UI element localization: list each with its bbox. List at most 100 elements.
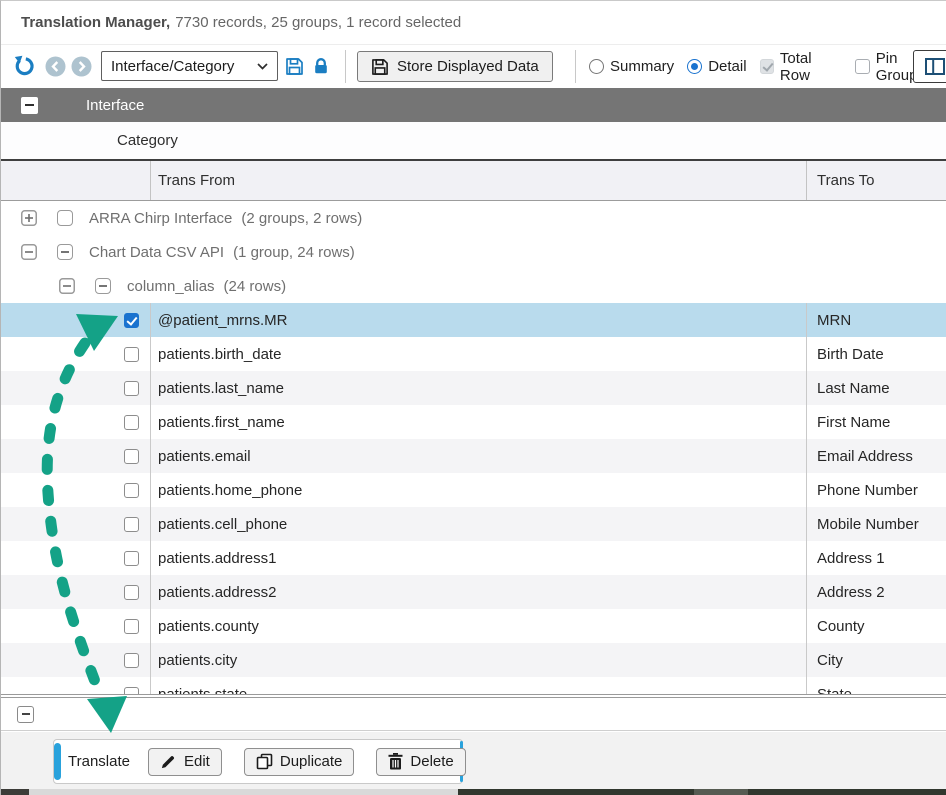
back-button[interactable] <box>45 56 66 77</box>
row-checkbox[interactable] <box>124 551 139 566</box>
row-checkbox-checked[interactable] <box>124 313 139 328</box>
duplicate-button[interactable]: Duplicate <box>244 748 355 776</box>
chevron-right-circle-icon <box>71 56 92 77</box>
group-row-chart-data-csv-api[interactable]: Chart Data CSV API (1 group, 24 rows) <box>1 235 946 269</box>
row-checkbox[interactable] <box>124 653 139 668</box>
undo-button[interactable] <box>14 55 36 77</box>
translate-action-panel: Translate Edit Duplicate <box>53 739 463 784</box>
edit-button[interactable]: Edit <box>148 748 222 776</box>
table-row[interactable]: patients.county County <box>1 609 946 643</box>
column-header-row: Trans From Trans To <box>1 161 946 201</box>
category-group-header: Category <box>1 122 946 161</box>
group-checkbox-indeterminate[interactable] <box>57 244 73 260</box>
trans-to-column-header[interactable]: Trans To <box>807 161 946 200</box>
checkbox-disabled-checked-icon <box>760 59 774 74</box>
checkbox-column-header <box>1 161 151 200</box>
trans-from-column-header[interactable]: Trans From <box>151 161 807 200</box>
trans-from-cell: patients.cell_phone <box>151 507 807 541</box>
table-row[interactable]: patients.last_name Last Name <box>1 371 946 405</box>
forward-button[interactable] <box>71 56 92 77</box>
group-label: column_alias <box>127 278 215 295</box>
group-label: Chart Data CSV API <box>89 244 224 261</box>
table-row[interactable]: patients.home_phone Phone Number <box>1 473 946 507</box>
table-row[interactable]: patients.state State <box>1 677 946 695</box>
checkbox-unchecked-icon[interactable] <box>855 59 869 74</box>
summary-radio-label: Summary <box>610 58 674 75</box>
desktop-strip <box>1 789 946 795</box>
group-checkbox[interactable] <box>57 210 73 226</box>
row-checkbox[interactable] <box>124 517 139 532</box>
trans-from-cell: patients.address2 <box>151 575 807 609</box>
trans-to-cell: State <box>807 677 946 695</box>
category-header-label: Category <box>117 132 178 149</box>
interface-group-header: Interface <box>1 88 946 122</box>
trans-from-cell: patients.first_name <box>151 405 807 439</box>
panel-accent-bar <box>54 743 61 780</box>
table-row[interactable]: patients.cell_phone Mobile Number <box>1 507 946 541</box>
trans-from-cell: patients.last_name <box>151 371 807 405</box>
store-button-label: Store Displayed Data <box>397 58 539 75</box>
detail-radio-option[interactable]: Detail <box>687 58 746 75</box>
store-displayed-data-button[interactable]: Store Displayed Data <box>357 51 553 82</box>
row-checkbox[interactable] <box>124 619 139 634</box>
collapse-minus-icon[interactable] <box>21 244 37 260</box>
view-mode-dropdown[interactable]: Interface/Category <box>101 51 278 81</box>
table-row[interactable]: patients.address2 Address 2 <box>1 575 946 609</box>
table-row[interactable]: patients.birth_date Birth Date <box>1 337 946 371</box>
columns-icon <box>925 58 945 75</box>
row-checkbox[interactable] <box>124 585 139 600</box>
records-grid: ARRA Chirp Interface (2 groups, 2 rows) … <box>1 201 946 695</box>
toolbar-separator <box>345 50 346 83</box>
trans-from-cell: patients.home_phone <box>151 473 807 507</box>
column-layout-button[interactable] <box>913 50 946 83</box>
total-row-checkbox-option[interactable]: Total Row <box>760 50 843 84</box>
table-row[interactable]: patients.city City <box>1 643 946 677</box>
collapse-minus-icon[interactable] <box>59 278 75 294</box>
trash-icon <box>388 753 403 770</box>
trans-to-cell: MRN <box>807 303 946 337</box>
toolbar-separator <box>575 50 576 83</box>
trans-to-cell: County <box>807 609 946 643</box>
row-checkbox[interactable] <box>124 415 139 430</box>
chevron-left-circle-icon <box>45 56 66 77</box>
row-checkbox[interactable] <box>124 381 139 396</box>
row-checkbox[interactable] <box>124 347 139 362</box>
row-checkbox[interactable] <box>124 483 139 498</box>
trans-from-cell: patients.city <box>151 643 807 677</box>
row-checkbox[interactable] <box>124 449 139 464</box>
undo-icon <box>14 55 36 77</box>
table-row[interactable]: patients.email Email Address <box>1 439 946 473</box>
save-view-button[interactable] <box>285 57 304 76</box>
trans-to-cell: Address 2 <box>807 575 946 609</box>
view-mode-value: Interface/Category <box>111 58 234 75</box>
lock-view-button[interactable] <box>312 57 330 75</box>
duplicate-button-label: Duplicate <box>280 753 343 770</box>
table-row[interactable]: patients.first_name First Name <box>1 405 946 439</box>
delete-button[interactable]: Delete <box>376 748 465 776</box>
trans-to-cell: Email Address <box>807 439 946 473</box>
trans-to-cell: City <box>807 643 946 677</box>
action-buttons: Edit Duplicate <box>148 740 466 783</box>
translation-manager-window: Translation Manager, 7730 records, 25 gr… <box>0 0 946 795</box>
table-row-selected[interactable]: @patient_mrns.MR MRN <box>1 303 946 337</box>
collapse-all-icon[interactable] <box>21 97 38 114</box>
trans-to-cell: Last Name <box>807 371 946 405</box>
trans-to-cell: Phone Number <box>807 473 946 507</box>
expand-plus-icon[interactable] <box>21 210 37 226</box>
group-checkbox-indeterminate[interactable] <box>95 278 111 294</box>
group-label: ARRA Chirp Interface <box>89 210 232 227</box>
detail-radio-label: Detail <box>708 58 746 75</box>
collapse-panel-icon[interactable] <box>17 706 34 723</box>
radio-checked-icon[interactable] <box>687 59 702 74</box>
summary-radio-option[interactable]: Summary <box>589 58 674 75</box>
view-options-group: Summary Detail Total Row Pin Groups <box>589 45 946 88</box>
radio-unchecked-icon[interactable] <box>589 59 604 74</box>
table-row[interactable]: patients.address1 Address 1 <box>1 541 946 575</box>
translate-group-label: Translate <box>68 740 130 783</box>
group-row-column-alias[interactable]: column_alias (24 rows) <box>1 269 946 303</box>
trans-from-cell: patients.county <box>151 609 807 643</box>
group-row-arra-chirp[interactable]: ARRA Chirp Interface (2 groups, 2 rows) <box>1 201 946 235</box>
store-floppy-icon <box>371 58 389 76</box>
trans-from-header-label: Trans From <box>158 172 235 189</box>
trans-from-cell: patients.state <box>151 677 807 695</box>
